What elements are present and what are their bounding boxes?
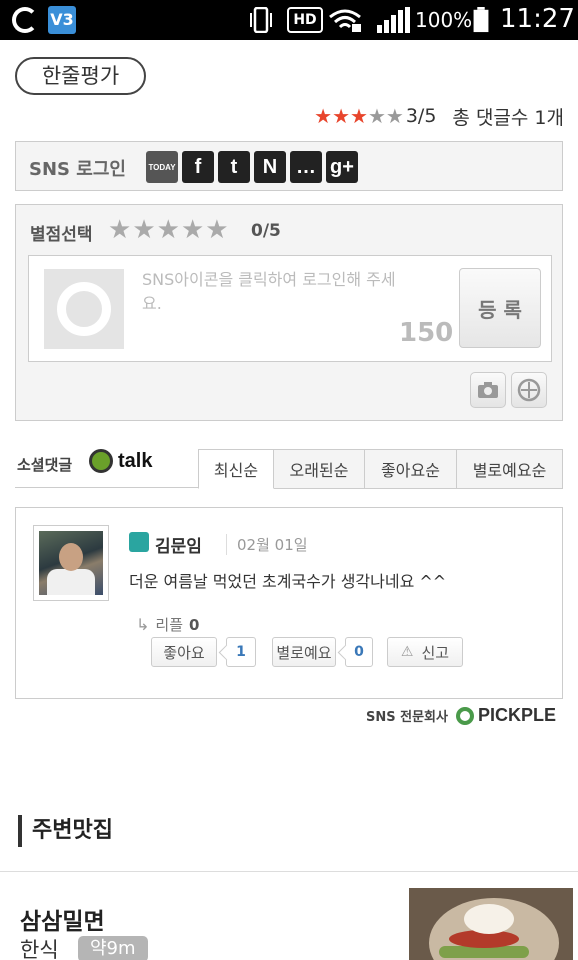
restaurant-category: 한식 <box>20 938 59 960</box>
reply-link[interactable]: ↳ 리플 0 <box>136 614 199 635</box>
like-count: 1 <box>226 637 256 667</box>
rating-select-label: 별점선택 <box>30 225 93 245</box>
comment-item: 김문임 02월 01일 더운 여름날 먹었던 초계국수가 생각나네요 ^^ ↳ … <box>15 507 563 699</box>
star-icon: ★ <box>332 104 351 128</box>
star-icon: ★ <box>385 104 404 128</box>
twitter-icon[interactable]: t <box>218 151 250 183</box>
tab-oldest[interactable]: 오래된순 <box>274 449 365 489</box>
submit-button[interactable]: 등 록 <box>459 268 541 348</box>
pickple-logo-icon <box>455 706 474 725</box>
tab-most-disliked[interactable]: 별로예요순 <box>457 449 563 489</box>
avatar-placeholder-icon <box>44 269 124 349</box>
star-icon: ★ <box>350 104 368 128</box>
rating-select-score: 0/5 <box>251 221 281 241</box>
restaurant-name[interactable]: 삼삼밀면 <box>20 902 105 936</box>
distance-badge: 약9m <box>78 936 148 960</box>
sort-tabs: 최신순 오래된순 좋아요순 별로예요순 <box>198 449 563 489</box>
reply-label: 리플 <box>155 616 184 634</box>
talk-brand: talk <box>118 449 153 472</box>
tab-most-liked[interactable]: 좋아요순 <box>365 449 457 489</box>
battery-icon <box>473 7 489 33</box>
pickple-brand: PICKPLE <box>477 705 556 725</box>
battery-percent: 100% <box>415 8 473 32</box>
sns-company-credit[interactable]: SNS 전문회사 PICKPLE <box>366 705 556 726</box>
dislike-button[interactable]: 별로예요 <box>272 637 336 667</box>
sns-login-label: SNS 로그인 <box>29 159 126 180</box>
dislike-count: 0 <box>345 637 373 667</box>
app-notification-icon <box>12 7 38 33</box>
map-pin-icon[interactable] <box>511 372 547 408</box>
like-button[interactable]: 좋아요 <box>151 637 217 667</box>
comment-author[interactable]: 김문임 <box>155 532 202 557</box>
comment-textarea-wrap: SNS아이콘을 클릭하여 로그인해 주세요. 150 등 록 <box>28 255 552 362</box>
status-bar: V3 HD 100% 11:27 <box>0 0 578 40</box>
comment-input-box: 별점선택 ★ ★ ★ ★ ★ 0/5 SNS아이콘을 클릭하여 로그인해 주세요… <box>15 204 563 421</box>
nearby-section-title: 주변맛집 <box>18 815 113 847</box>
v3-app-icon: V3 <box>48 6 76 34</box>
report-label: 신고 <box>421 643 450 662</box>
tab-latest[interactable]: 최신순 <box>198 449 274 489</box>
star-icon: ★ <box>314 104 333 128</box>
tab-divider <box>15 487 198 488</box>
star-icon: ★ <box>367 104 386 128</box>
googleplus-icon[interactable]: g+ <box>326 151 358 183</box>
divider <box>0 871 578 872</box>
star-icon[interactable]: ★ <box>157 217 180 243</box>
wifi-icon <box>329 9 361 32</box>
vibrate-icon <box>250 7 272 33</box>
average-rating-score: 3/5 <box>405 105 437 127</box>
restaurant-photo[interactable] <box>409 888 573 960</box>
comment-textarea[interactable]: SNS아이콘을 클릭하여 로그인해 주세요. <box>142 268 402 316</box>
report-button[interactable]: ⚠ 신고 <box>387 637 463 667</box>
talk-q-icon <box>89 449 113 473</box>
comment-text: 더운 여름날 먹었던 초계국수가 생각나네요 ^^ <box>129 572 447 591</box>
user-avatar[interactable] <box>33 525 109 601</box>
review-section-title: 한줄평가 <box>15 57 146 95</box>
todays-provider-icon <box>129 532 149 552</box>
average-rating-stars: ★ ★ ★ ★ ★ <box>314 106 404 126</box>
talk-logo: talk <box>89 449 152 473</box>
star-icon[interactable]: ★ <box>132 217 155 243</box>
clock: 11:27 <box>500 4 575 34</box>
hd-voice-icon: HD <box>287 7 323 33</box>
star-icon[interactable]: ★ <box>181 217 204 243</box>
star-icon[interactable]: ★ <box>108 217 131 243</box>
camera-icon[interactable] <box>470 372 506 408</box>
social-comment-label: 소셜댓글 <box>17 456 73 474</box>
sns-company-label: SNS 전문회사 <box>366 710 448 725</box>
dislike-count-value: 0 <box>354 644 364 660</box>
siren-icon: ⚠ <box>400 644 414 660</box>
todays-login-icon[interactable]: TODAY <box>146 151 178 183</box>
char-limit-counter: 150 <box>399 318 454 348</box>
reply-count: 0 <box>189 615 200 634</box>
like-count-value: 1 <box>236 644 246 660</box>
naver-icon[interactable]: N <box>254 151 286 183</box>
comment-date: 02월 01일 <box>226 534 308 555</box>
total-comment-count: 총 댓글수 1개 <box>452 106 564 129</box>
talk-icon[interactable]: … <box>290 151 322 183</box>
reply-arrow-icon: ↳ <box>136 615 150 634</box>
sns-login-bar: SNS 로그인 TODAY f t N … g+ <box>15 141 563 191</box>
facebook-icon[interactable]: f <box>182 151 214 183</box>
comment-actions: 좋아요 1 별로예요 0 ⚠ 신고 <box>151 636 463 668</box>
star-icon[interactable]: ★ <box>205 217 228 243</box>
signal-icon <box>377 7 410 33</box>
rating-select-stars[interactable]: ★ ★ ★ ★ ★ <box>108 217 230 243</box>
rating-summary: ★ ★ ★ ★ ★ 3/5 총 댓글수 1개 <box>314 104 564 129</box>
sns-provider-list: TODAY f t N … g+ <box>146 151 358 183</box>
